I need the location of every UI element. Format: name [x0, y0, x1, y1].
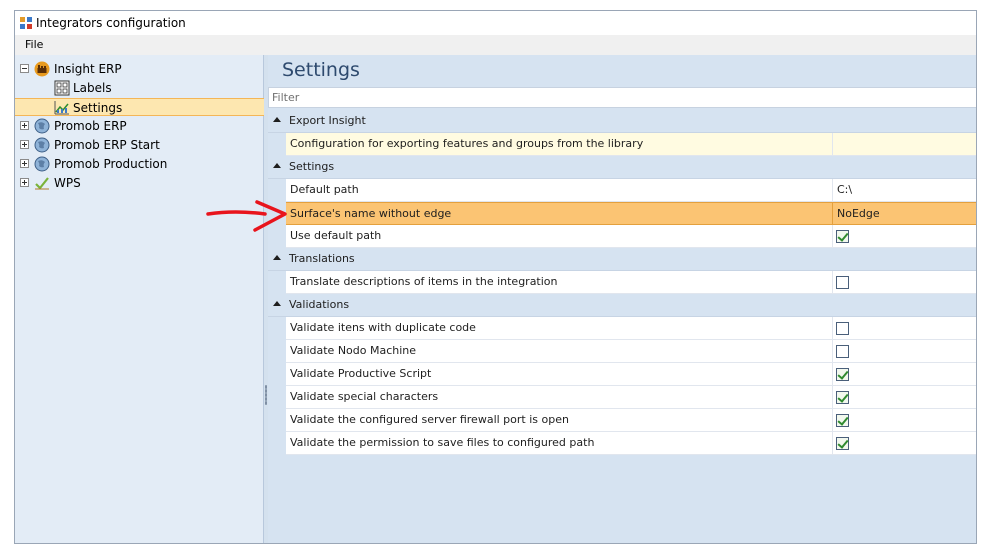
filter-placeholder: Filter: [272, 91, 300, 104]
tree-item-settings[interactable]: Settings: [15, 98, 264, 116]
property-name: Validate the permission to save files to…: [290, 436, 595, 449]
window-title: Integrators configuration: [36, 16, 186, 30]
menu-bar: File: [15, 35, 976, 55]
label-sheet-icon: [54, 80, 70, 96]
property-row[interactable]: Translate descriptions of items in the i…: [286, 271, 976, 294]
tree-item-label: Promob ERP Start: [54, 138, 160, 152]
column-divider: [832, 225, 833, 247]
column-divider: [832, 432, 833, 454]
property-row[interactable]: Validate Productive Script: [286, 363, 976, 386]
property-row[interactable]: Validate the configured server firewall …: [286, 409, 976, 432]
property-name: Validate itens with duplicate code: [290, 321, 476, 334]
collapse-icon[interactable]: [20, 64, 29, 73]
property-value[interactable]: NoEdge: [837, 207, 880, 220]
property-value[interactable]: C:\: [837, 183, 852, 196]
property-row[interactable]: Validate itens with duplicate code: [286, 317, 976, 340]
property-name: Surface's name without edge: [290, 207, 452, 220]
check-mark-icon: [35, 177, 49, 190]
property-grid: Export Insight Configuration for exporti…: [268, 110, 976, 455]
property-name: Use default path: [290, 229, 382, 242]
validate-productive-script-checkbox[interactable]: [836, 368, 849, 381]
expand-icon[interactable]: [20, 159, 29, 168]
column-divider: [832, 133, 833, 155]
globe-icon: [34, 137, 50, 153]
property-name: Validate Nodo Machine: [290, 344, 417, 357]
property-name: Configuration for exporting features and…: [290, 137, 644, 150]
tree-item-label: Promob ERP: [54, 119, 127, 133]
validate-special-characters-checkbox[interactable]: [836, 391, 849, 404]
category-label: Translations: [289, 252, 355, 265]
collapse-chevron-icon[interactable]: [273, 255, 281, 260]
column-divider: [832, 409, 833, 431]
column-divider: [832, 203, 833, 224]
expand-icon[interactable]: [20, 121, 29, 130]
category-translations[interactable]: Translations: [268, 248, 976, 271]
category-label: Settings: [289, 160, 335, 173]
property-row[interactable]: Validate special characters: [286, 386, 976, 409]
property-name: Validate Productive Script: [290, 367, 432, 380]
validate-nodo-machine-checkbox[interactable]: [836, 345, 849, 358]
translate-descriptions-checkbox[interactable]: [836, 276, 849, 289]
tree-item-promob-erp[interactable]: Promob ERP: [15, 117, 264, 135]
factory-icon: [34, 61, 50, 77]
validate-save-permission-checkbox[interactable]: [836, 437, 849, 450]
validate-duplicate-code-checkbox[interactable]: [836, 322, 849, 335]
page-title: Settings: [282, 59, 360, 81]
filter-input[interactable]: Filter: [268, 87, 976, 108]
splitter-grip: [265, 385, 267, 405]
tree-item-insight-erp[interactable]: Insight ERP: [15, 60, 264, 78]
property-name: Validate the configured server firewall …: [290, 413, 569, 426]
category-validations[interactable]: Validations: [268, 294, 976, 317]
category-label: Export Insight: [289, 114, 366, 127]
column-divider: [832, 340, 833, 362]
annotation-arrow-icon: [206, 200, 287, 232]
collapse-chevron-icon[interactable]: [273, 117, 281, 122]
column-divider: [832, 363, 833, 385]
tree-item-label: Settings: [73, 101, 123, 115]
tree-item-labels[interactable]: Labels: [15, 79, 264, 97]
menu-file[interactable]: File: [25, 38, 43, 51]
tree-item-label: Labels: [73, 81, 112, 95]
validate-firewall-port-checkbox[interactable]: [836, 414, 849, 427]
property-row-selected[interactable]: Surface's name without edge NoEdge: [286, 202, 976, 225]
property-row[interactable]: Configuration for exporting features and…: [286, 133, 976, 156]
tree-item-promob-erp-start[interactable]: Promob ERP Start: [15, 136, 264, 154]
column-divider: [832, 271, 833, 293]
property-name: Translate descriptions of items in the i…: [290, 275, 558, 288]
property-row[interactable]: Default path C:\: [286, 179, 976, 202]
settings-panel: Settings Filter Export Insight Configura…: [268, 55, 976, 543]
tree-item-wps[interactable]: WPS: [15, 174, 264, 192]
property-row[interactable]: Validate Nodo Machine: [286, 340, 976, 363]
globe-icon: [34, 118, 50, 134]
column-divider: [832, 179, 833, 201]
property-name: Default path: [290, 183, 359, 196]
title-bar: Integrators configuration: [15, 11, 976, 35]
collapse-chevron-icon[interactable]: [273, 301, 281, 306]
collapse-chevron-icon[interactable]: [273, 163, 281, 168]
tree-item-label: Promob Production: [54, 157, 168, 171]
expand-icon[interactable]: [20, 140, 29, 149]
column-divider: [832, 317, 833, 339]
category-export-insight[interactable]: Export Insight: [268, 110, 976, 133]
tree-item-label: WPS: [54, 176, 81, 190]
tree-item-label: Insight ERP: [54, 62, 122, 76]
property-name: Validate special characters: [290, 390, 439, 403]
chart-icon: [54, 101, 69, 115]
property-row[interactable]: Validate the permission to save files to…: [286, 432, 976, 455]
globe-icon: [34, 156, 50, 172]
column-divider: [832, 386, 833, 408]
category-label: Validations: [289, 298, 350, 311]
tree-item-promob-production[interactable]: Promob Production: [15, 155, 264, 173]
app-window: Integrators configuration File Insight E…: [14, 10, 977, 544]
tree-panel: Insight ERP Labels Settings Promob ERP P…: [15, 55, 264, 543]
app-icon: [20, 17, 32, 29]
use-default-path-checkbox[interactable]: [836, 230, 849, 243]
property-row[interactable]: Use default path: [286, 225, 976, 248]
category-settings[interactable]: Settings: [268, 156, 976, 179]
expand-icon[interactable]: [20, 178, 29, 187]
